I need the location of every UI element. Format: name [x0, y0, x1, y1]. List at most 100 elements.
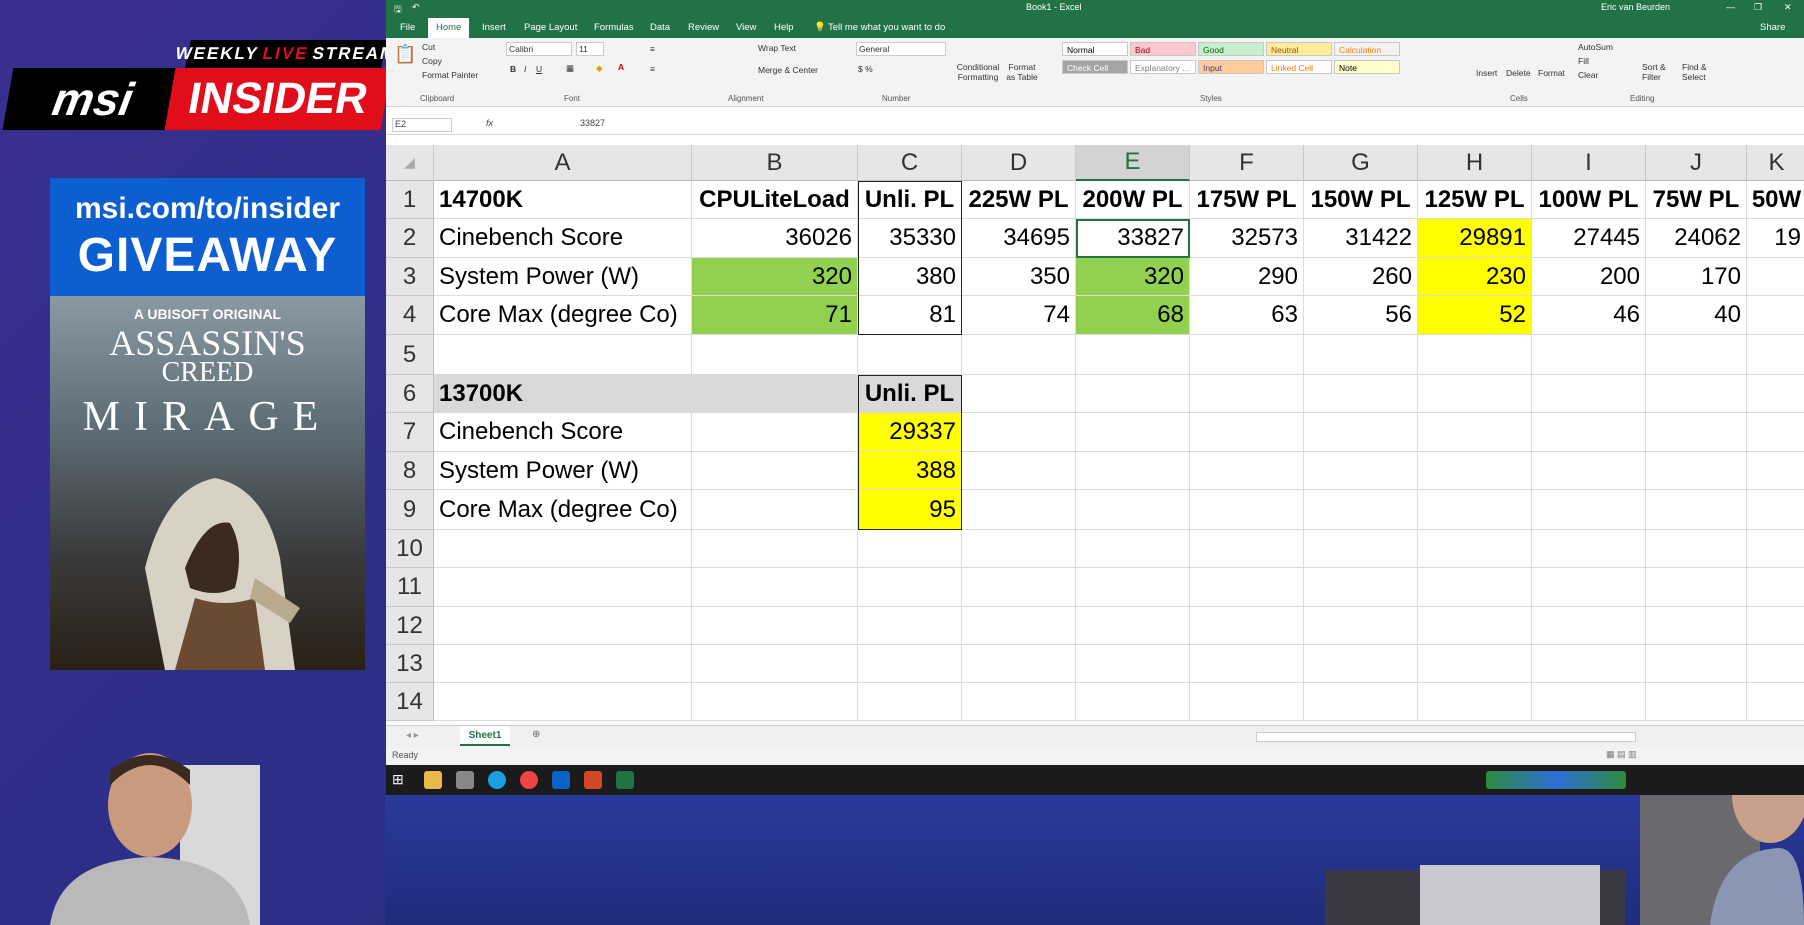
cell-j2[interactable]: 24062	[1646, 219, 1747, 258]
cell-g5[interactable]	[1304, 335, 1418, 375]
cell-b1[interactable]: CPULiteLoad	[692, 181, 858, 219]
column-header-a[interactable]: A	[434, 145, 692, 181]
cell-f9[interactable]	[1190, 490, 1304, 530]
cell-i5[interactable]	[1532, 335, 1646, 375]
tab-file[interactable]: File	[400, 22, 415, 33]
cell-b12[interactable]	[692, 607, 858, 645]
cell-k8[interactable]	[1747, 452, 1804, 490]
cell-d12[interactable]	[962, 607, 1076, 645]
cell-style-calculation[interactable]: Calculation	[1334, 42, 1400, 56]
cell-d3[interactable]: 350	[962, 258, 1076, 296]
cell-d9[interactable]	[962, 490, 1076, 530]
column-header-b[interactable]: B	[692, 145, 858, 181]
cell-k12[interactable]	[1747, 607, 1804, 645]
cell-j5[interactable]	[1646, 335, 1747, 375]
cell-b2[interactable]: 36026	[692, 219, 858, 258]
cell-g4[interactable]: 56	[1304, 296, 1418, 335]
cell-c2[interactable]: 35330	[858, 219, 962, 258]
delete-cells-button[interactable]: Delete	[1506, 68, 1531, 78]
cell-f1[interactable]: 175W PL	[1190, 181, 1304, 219]
copy-button[interactable]: Copy	[422, 56, 442, 66]
cell-k6[interactable]	[1747, 375, 1804, 413]
cell-i1[interactable]: 100W PL	[1532, 181, 1646, 219]
cell-style-check-cell[interactable]: Check Cell	[1062, 60, 1128, 74]
cell-b10[interactable]	[692, 530, 858, 568]
sort-filter-button[interactable]: Sort & Filter	[1642, 62, 1682, 82]
cell-h12[interactable]	[1418, 607, 1532, 645]
column-header-k[interactable]: K	[1747, 145, 1804, 181]
tab-data[interactable]: Data	[650, 22, 670, 33]
cell-i4[interactable]: 46	[1532, 296, 1646, 335]
cell-d14[interactable]	[962, 683, 1076, 721]
column-header-g[interactable]: G	[1304, 145, 1418, 181]
cell-h13[interactable]	[1418, 645, 1532, 683]
tab-review[interactable]: Review	[688, 22, 719, 33]
cell-style-normal[interactable]: Normal	[1062, 42, 1128, 56]
column-header-c[interactable]: C	[858, 145, 962, 181]
cell-e3[interactable]: 320	[1076, 258, 1190, 296]
tab-home[interactable]: Home	[428, 18, 470, 38]
cell-f10[interactable]	[1190, 530, 1304, 568]
cell-e6[interactable]	[1076, 375, 1190, 413]
row-header-11[interactable]: 11	[386, 568, 434, 607]
cell-a14[interactable]	[434, 683, 692, 721]
cell-h7[interactable]	[1418, 413, 1532, 452]
cell-c1[interactable]: Unli. PL	[858, 181, 962, 219]
cell-a7[interactable]: Cinebench Score	[434, 413, 692, 452]
file-explorer-icon[interactable]	[424, 771, 442, 789]
cell-c3[interactable]: 380	[858, 258, 962, 296]
cell-c6[interactable]: Unli. PL	[858, 375, 962, 413]
cell-a4[interactable]: Core Max (degree Co)	[434, 296, 692, 335]
cell-d13[interactable]	[962, 645, 1076, 683]
windows-start-icon[interactable]: ⊞	[392, 771, 410, 789]
cell-c10[interactable]	[858, 530, 962, 568]
cell-f3[interactable]: 290	[1190, 258, 1304, 296]
cell-k11[interactable]	[1747, 568, 1804, 607]
row-header-1[interactable]: 1	[386, 181, 434, 219]
cell-e8[interactable]	[1076, 452, 1190, 490]
cell-style-note[interactable]: Note	[1334, 60, 1400, 74]
tab-view[interactable]: View	[736, 22, 756, 33]
currency-icon[interactable]: $ %	[858, 64, 873, 74]
cell-e13[interactable]	[1076, 645, 1190, 683]
cell-i2[interactable]: 27445	[1532, 219, 1646, 258]
name-box[interactable]: E2	[392, 118, 452, 132]
cell-h6[interactable]	[1418, 375, 1532, 413]
cell-d10[interactable]	[962, 530, 1076, 568]
cell-c7[interactable]: 29337	[858, 413, 962, 452]
cell-i7[interactable]	[1532, 413, 1646, 452]
paste-icon[interactable]: 📋	[394, 44, 416, 65]
column-header-f[interactable]: F	[1190, 145, 1304, 181]
cell-d4[interactable]: 74	[962, 296, 1076, 335]
cell-style-linked-cell[interactable]: Linked Cell	[1266, 60, 1332, 74]
align-left-icon[interactable]: ≡	[650, 64, 655, 74]
cell-g6[interactable]	[1304, 375, 1418, 413]
cell-g2[interactable]: 31422	[1304, 219, 1418, 258]
format-painter-button[interactable]: Format Painter	[422, 70, 478, 80]
cell-j10[interactable]	[1646, 530, 1747, 568]
cell-k4[interactable]	[1747, 296, 1804, 335]
column-header-j[interactable]: J	[1646, 145, 1747, 181]
row-header-14[interactable]: 14	[386, 683, 434, 721]
app-icon[interactable]	[456, 771, 474, 789]
row-header-5[interactable]: 5	[386, 335, 434, 375]
cell-b4[interactable]: 71	[692, 296, 858, 335]
cell-i10[interactable]	[1532, 530, 1646, 568]
cell-j13[interactable]	[1646, 645, 1747, 683]
tab-insert[interactable]: Insert	[482, 22, 506, 33]
cell-e14[interactable]	[1076, 683, 1190, 721]
cell-h1[interactable]: 125W PL	[1418, 181, 1532, 219]
chrome-icon[interactable]	[520, 771, 538, 789]
cell-g8[interactable]	[1304, 452, 1418, 490]
cell-i3[interactable]: 200	[1532, 258, 1646, 296]
cell-f12[interactable]	[1190, 607, 1304, 645]
row-header-8[interactable]: 8	[386, 452, 434, 490]
cell-style-bad[interactable]: Bad	[1130, 42, 1196, 56]
cell-c9[interactable]: 95	[858, 490, 962, 530]
cell-h14[interactable]	[1418, 683, 1532, 721]
cell-f2[interactable]: 32573	[1190, 219, 1304, 258]
cell-e1[interactable]: 200W PL	[1076, 181, 1190, 219]
cell-i8[interactable]	[1532, 452, 1646, 490]
powerpoint-icon[interactable]	[584, 771, 602, 789]
row-header-9[interactable]: 9	[386, 490, 434, 530]
